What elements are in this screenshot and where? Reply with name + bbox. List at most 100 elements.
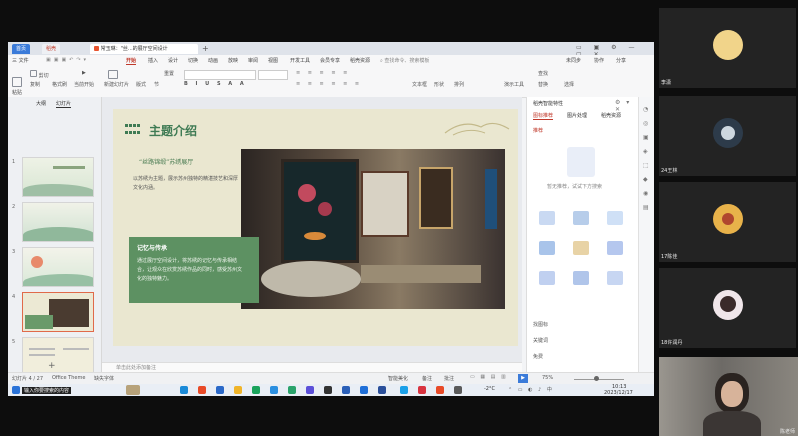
- tab-document[interactable]: 常玉琳："丝...的展厅空间设计: [90, 44, 198, 54]
- free-item[interactable]: 免费: [533, 353, 543, 360]
- menu-item-start[interactable]: 开始: [126, 57, 137, 65]
- slide-thumbnail[interactable]: [22, 202, 94, 242]
- tab-slides[interactable]: 幻灯片: [56, 100, 72, 108]
- textbox-button[interactable]: 文本框: [412, 81, 427, 88]
- view-mode-icons[interactable]: ▭ ▦ ▤ ▥: [470, 374, 508, 380]
- plane-icon[interactable]: [539, 211, 555, 225]
- reset-button[interactable]: 重置: [164, 70, 174, 77]
- folder-icon[interactable]: [234, 386, 242, 394]
- align-buttons[interactable]: ≡ ≡ ≡ ≡ ≡ ≡: [296, 81, 362, 87]
- panel-tab-images[interactable]: 图片处理: [567, 112, 587, 119]
- text-format-buttons[interactable]: B I U S A A: [184, 81, 247, 87]
- new-slide-button[interactable]: 新建幻灯片: [104, 81, 129, 88]
- recommend-section[interactable]: 推荐: [533, 127, 543, 134]
- photoshop-icon[interactable]: [342, 386, 350, 394]
- zoom-slider[interactable]: [574, 379, 624, 380]
- menu-item-insert[interactable]: 插入: [148, 57, 158, 64]
- graduation-cap-icon[interactable]: [573, 271, 589, 285]
- sync-status[interactable]: 未同步: [566, 57, 581, 64]
- menu-item-slideshow[interactable]: 放映: [228, 57, 238, 64]
- participant-tile[interactable]: 李潇: [659, 8, 796, 88]
- slide-thumbnail[interactable]: [22, 157, 94, 197]
- app-icon[interactable]: [288, 386, 296, 394]
- ticket-icon[interactable]: [539, 241, 555, 255]
- school-icon[interactable]: [539, 271, 555, 285]
- play-icon[interactable]: ▶: [82, 70, 86, 76]
- slide-thumbnail[interactable]: [22, 247, 94, 287]
- participant-tile[interactable]: 17陈佳: [659, 182, 796, 262]
- wechat-icon[interactable]: [252, 386, 260, 394]
- play-from-current-button[interactable]: 当前开始: [74, 81, 94, 88]
- smart-beautify-button[interactable]: 智能美化: [388, 375, 408, 382]
- new-slide-icon[interactable]: [108, 70, 118, 81]
- app-icon[interactable]: [198, 386, 206, 394]
- app-icon[interactable]: [306, 386, 314, 394]
- search-box[interactable]: ⌕ 查找命令、搜索模板: [380, 57, 429, 64]
- tab-docer[interactable]: 稻壳: [42, 44, 61, 54]
- windows-start-icon[interactable]: [12, 386, 20, 394]
- font-family-select[interactable]: [184, 70, 256, 80]
- id-card-icon[interactable]: [573, 241, 589, 255]
- menu-item-member[interactable]: 会员专享: [320, 57, 340, 64]
- quick-access-icons[interactable]: ▣▣▣↶↷▾: [46, 57, 89, 63]
- app-icon[interactable]: [360, 386, 368, 394]
- replace-button[interactable]: 替换: [538, 81, 548, 88]
- crayon-icon[interactable]: [607, 241, 623, 255]
- zoom-slider-handle[interactable]: [594, 376, 599, 381]
- format-painter-button[interactable]: 格式刷: [52, 81, 67, 88]
- side-tool-icons[interactable]: ◔ ◎ ▣ ◈ ⬚ ◆ ◉ ▤: [643, 103, 653, 215]
- paste-button[interactable]: [12, 77, 22, 89]
- comment-button[interactable]: 批注: [444, 375, 454, 382]
- panel-controls[interactable]: ⚙ ▾ ✕: [615, 99, 639, 113]
- edge-icon[interactable]: [180, 386, 188, 394]
- app-icon[interactable]: [400, 386, 408, 394]
- menu-item-docer[interactable]: 稻壳资源: [350, 57, 370, 64]
- play-icon[interactable]: ▶: [518, 374, 528, 383]
- presentation-tools-button[interactable]: 演示工具: [504, 81, 524, 88]
- file-menu[interactable]: 三 文件: [12, 57, 29, 64]
- slide-thumbnail[interactable]: [22, 337, 94, 377]
- notes-button[interactable]: 备注: [422, 375, 432, 382]
- menu-item-review[interactable]: 审阅: [248, 57, 258, 64]
- app-icon[interactable]: [324, 386, 332, 394]
- menu-item-developer[interactable]: 开发工具: [290, 57, 310, 64]
- tab-outline[interactable]: 大纲: [36, 100, 46, 107]
- app-icon[interactable]: [378, 386, 386, 394]
- tray-icons[interactable]: ⌃ ▭ ◐ ♪ 中: [508, 386, 554, 393]
- bus-icon[interactable]: [573, 211, 589, 225]
- section-button[interactable]: 节: [154, 81, 159, 88]
- tab-home[interactable]: 首页: [12, 44, 31, 54]
- find-button[interactable]: 查找: [538, 70, 548, 77]
- slide[interactable]: 主题介绍 “丝路锦缎”苏绣展厅 以苏绣为主题，展示苏州独特的精湛技艺和深厚文化内…: [113, 109, 518, 346]
- share-button[interactable]: 分享: [616, 57, 626, 64]
- missing-font-button[interactable]: 缺失字体: [94, 375, 114, 382]
- panel-tab-icons[interactable]: 图标推荐: [533, 112, 554, 120]
- layout-button[interactable]: 版式: [136, 81, 146, 88]
- participant-tile[interactable]: 18许润丹: [659, 268, 796, 348]
- menu-item-design[interactable]: 设计: [168, 57, 178, 64]
- app-icon[interactable]: [216, 386, 224, 394]
- new-tab-icon[interactable]: +: [202, 44, 209, 53]
- app-icon[interactable]: [454, 386, 462, 394]
- wps-icon[interactable]: [418, 386, 426, 394]
- scissors-icon[interactable]: [607, 271, 623, 285]
- add-slide-icon[interactable]: +: [48, 361, 56, 371]
- camera-video-tile[interactable]: 陈老师: [659, 357, 798, 436]
- panel-tab-docer[interactable]: 稻壳资源: [601, 112, 621, 119]
- taskbar-search[interactable]: 输入你要搜索的内容: [22, 387, 72, 394]
- copy-button[interactable]: 复制: [30, 81, 40, 88]
- paragraph-buttons[interactable]: ≡ ≡ ≡ ≡ ≡: [296, 70, 350, 76]
- gift-icon[interactable]: [607, 211, 623, 225]
- font-size-select[interactable]: [258, 70, 288, 80]
- find-icons-item[interactable]: 找图标: [533, 321, 548, 328]
- collab-button[interactable]: 协作: [594, 57, 604, 64]
- keywords-item[interactable]: 关键词: [533, 337, 548, 344]
- ppt-icon[interactable]: [436, 386, 444, 394]
- select-button[interactable]: 选择: [564, 81, 574, 88]
- menu-item-view[interactable]: 视图: [268, 57, 278, 64]
- weather[interactable]: -2°C: [484, 386, 495, 392]
- app-icon[interactable]: [270, 386, 278, 394]
- participant-tile[interactable]: 24王林: [659, 96, 796, 176]
- menu-item-transition[interactable]: 切换: [188, 57, 198, 64]
- shape-button[interactable]: 形状: [434, 81, 444, 88]
